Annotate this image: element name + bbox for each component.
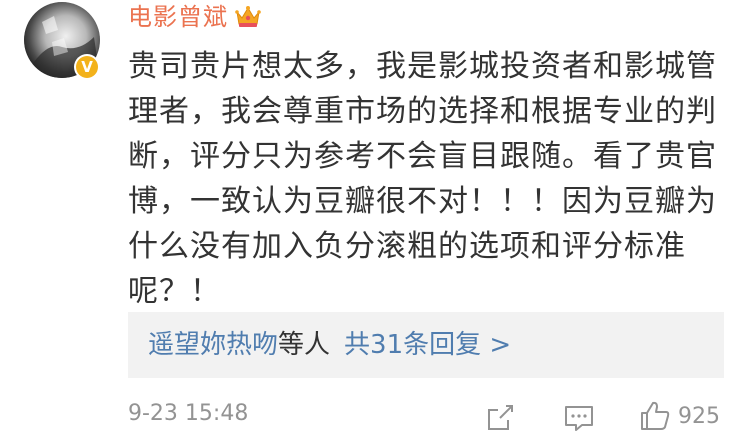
comment-text-line: 理者，我会尊重市场的选择和根据专业的判	[128, 94, 717, 129]
comment-text-line: 贵司贵片想太多，我是影城投资者和影城管	[128, 49, 717, 84]
comment-text-line: 呢？！	[128, 274, 221, 309]
reply-users-link[interactable]: 遥望妳热吻	[148, 330, 278, 360]
comment-text-line: 什么没有加入负分滚粗的选项和评分标准	[128, 229, 686, 264]
comment-item: V 电影曾斌 贵司贵片想太多，我是影城投资者和影城管 理者，我会尊重市场的选择和…	[0, 0, 750, 444]
comment-text-line: 断，评分只为参考不会盲目跟随。看了贵官	[128, 139, 717, 174]
comment-text-line: 博，一致认为豆瓣很不对！！！因为豆瓣为	[128, 184, 717, 219]
like-button[interactable]: 925	[638, 396, 720, 436]
share-button[interactable]	[484, 398, 516, 438]
view-replies-link[interactable]: 共31条回复 >	[344, 330, 511, 360]
username-row: 电影曾斌	[128, 0, 262, 34]
crown-vip-icon	[234, 4, 262, 30]
comment-text: 贵司贵片想太多，我是影城投资者和影城管 理者，我会尊重市场的选择和根据专业的判 …	[128, 44, 717, 314]
username-link[interactable]: 电影曾斌	[128, 0, 228, 34]
verified-v-icon: V	[76, 56, 98, 78]
reply-users-suffix: 等人	[278, 330, 331, 360]
thumbs-up-icon	[641, 401, 670, 430]
comment-button[interactable]	[562, 398, 596, 438]
like-count: 925	[678, 403, 720, 429]
replies-preview[interactable]: 遥望妳热吻等人 共31条回复 >	[128, 312, 724, 378]
replies-summary: 遥望妳热吻等人 共31条回复 >	[148, 312, 511, 378]
share-icon	[488, 405, 513, 430]
timestamp: 9-23 15:48	[128, 401, 249, 426]
comment-icon	[565, 406, 593, 431]
verified-badge: V	[74, 54, 100, 80]
